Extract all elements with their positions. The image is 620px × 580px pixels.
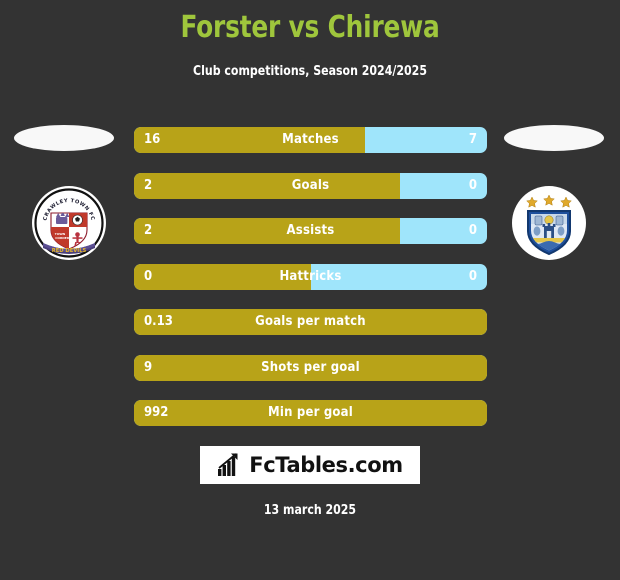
stat-row-hattricks: 0 Hattricks 0 xyxy=(134,263,487,290)
stat-row-min-per-goal: 992 Min per goal xyxy=(134,400,487,426)
stat-comparison-card: Forster vs Chirewa Club competitions, Se… xyxy=(0,0,620,580)
bar-chart-icon xyxy=(218,453,238,476)
fctables-logo-text: FcTables.com xyxy=(249,453,403,477)
away-player-photo xyxy=(504,125,604,151)
stat-bars-list: 16 Matches 7 2 Goals 0 2 Assists 0 0 Hat… xyxy=(134,127,487,446)
stat-row-matches: 16 Matches 7 xyxy=(134,127,487,153)
stat-away-value-assists: 0 xyxy=(468,223,477,238)
fctables-logo[interactable]: FcTables.com xyxy=(200,446,420,484)
page-subtitle: Club competitions, Season 2024/2025 xyxy=(193,64,427,79)
stat-label-assists: Assists xyxy=(286,223,335,238)
home-team-crest: CRAWLEY TOWN FC TOWN S. CORNER RED DEVIL… xyxy=(31,185,107,261)
svg-text:RED DEVILS: RED DEVILS xyxy=(52,248,87,254)
stat-label-min-per-goal: Min per goal xyxy=(268,405,353,420)
stat-label-matches: Matches xyxy=(282,132,339,147)
report-date: 13 march 2025 xyxy=(263,503,357,518)
stat-row-goals-per-match: 0.13 Goals per match xyxy=(134,309,487,335)
stat-label-goals-per-match: Goals per match xyxy=(255,314,366,329)
stat-row-assists: 2 Assists 0 xyxy=(134,218,487,244)
stat-away-value-hattricks: 0 xyxy=(468,268,477,284)
page-title: Forster vs Chirewa xyxy=(180,10,440,45)
stat-label-goals: Goals xyxy=(291,177,330,193)
stat-label-hattricks: Hattricks xyxy=(279,268,342,284)
home-player-photo xyxy=(14,125,114,151)
stat-row-goals: 2 Goals 0 xyxy=(134,172,487,199)
stat-away-value-matches: 7 xyxy=(468,132,477,147)
away-team-crest xyxy=(511,185,587,261)
stat-label-shots-per-goal: Shots per goal xyxy=(261,359,360,375)
stat-row-shots-per-goal: 9 Shots per goal xyxy=(134,354,487,381)
stat-away-value-goals: 0 xyxy=(468,177,477,193)
